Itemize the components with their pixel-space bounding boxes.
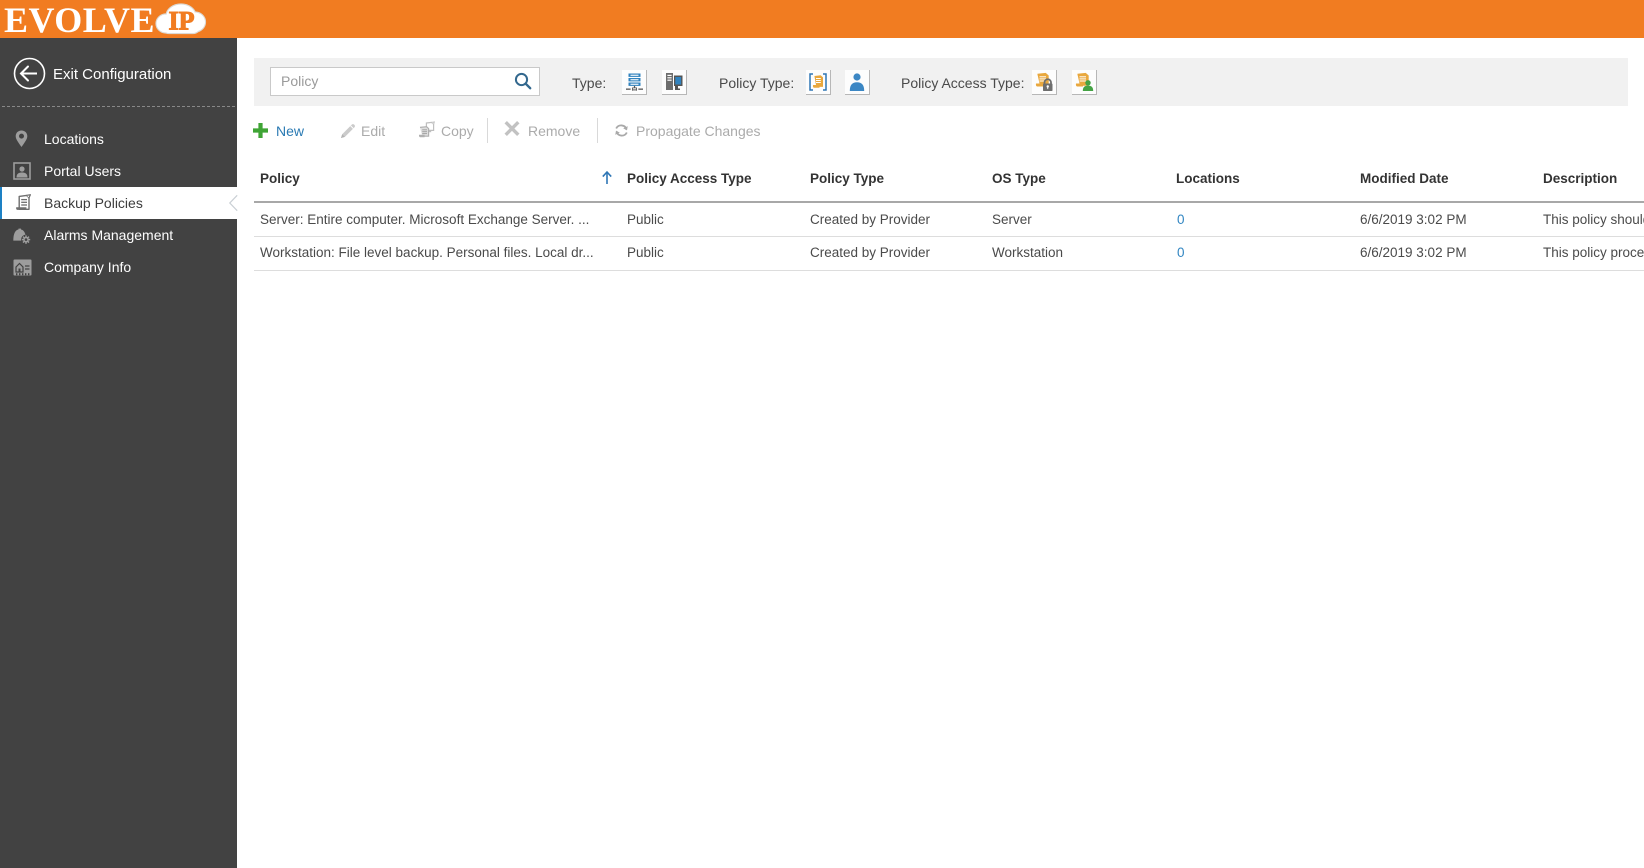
svg-text:IP: IP <box>169 7 195 36</box>
